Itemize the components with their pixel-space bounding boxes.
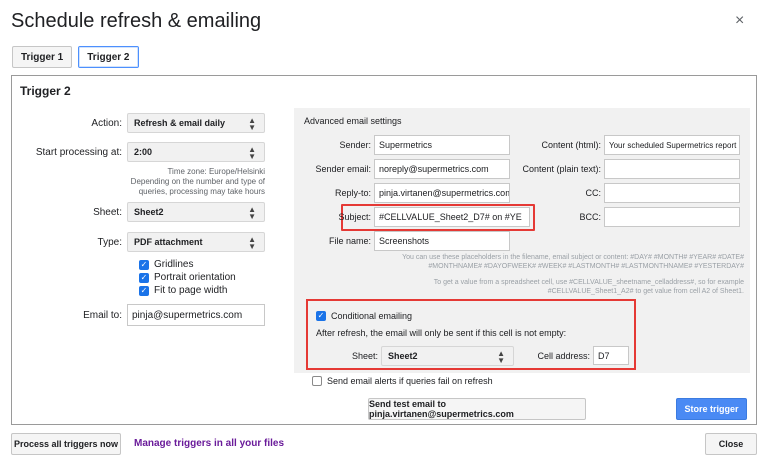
conditional-emailing-checkbox[interactable]: ✓ Conditional emailing [316, 311, 412, 321]
placeholder-help-text: You can use these placeholders in the fi… [354, 253, 744, 271]
advanced-email-settings: Advanced email settings Sender: Supermet… [294, 108, 750, 373]
help-line: You can use these placeholders in the fi… [402, 254, 744, 261]
checkbox-label: Portrait orientation [154, 272, 236, 283]
subject-input[interactable]: #CELLVALUE_Sheet2_D7# on #YE [374, 207, 530, 227]
file-name-label: File name: [328, 236, 371, 246]
trigger-tabs: Trigger 1 Trigger 2 [12, 46, 139, 68]
sender-label: Sender: [339, 140, 371, 150]
portrait-orientation-checkbox[interactable]: ✓ Portrait orientation [139, 272, 236, 283]
start-time-select[interactable]: 2:00 ▲ ▼ [127, 142, 265, 162]
select-arrows-icon: ▲ ▼ [248, 116, 256, 132]
sheet-label: Sheet: [93, 207, 122, 218]
email-alerts-checkbox[interactable]: Send email alerts if queries fail on ref… [312, 376, 493, 386]
conditional-sheet-value: Sheet2 [388, 351, 418, 361]
select-arrows-icon: ▲ ▼ [497, 349, 505, 365]
fit-to-page-width-checkbox[interactable]: ✓ Fit to page width [139, 285, 227, 296]
cc-input[interactable] [604, 183, 740, 203]
close-button[interactable]: Close [705, 433, 757, 455]
send-test-email-button[interactable]: Send test email to pinja.virtanen@superm… [368, 398, 586, 420]
dialog-title: Schedule refresh & emailing [11, 10, 262, 32]
content-plain-label: Content (plain text): [522, 164, 601, 174]
checkmark-icon: ✓ [139, 285, 149, 296]
checkbox-label: Send email alerts if queries fail on ref… [327, 376, 493, 386]
action-value: Refresh & email daily [134, 118, 226, 128]
subject-label: Subject: [338, 212, 371, 222]
close-icon[interactable]: × [735, 12, 744, 30]
help-line: To get a value from a spreadsheet cell, … [433, 279, 744, 286]
checkbox-unchecked-icon [312, 376, 322, 386]
manage-triggers-link[interactable]: Manage triggers in all your files [134, 438, 284, 449]
reply-to-label: Reply-to: [334, 188, 371, 198]
panel-title: Trigger 2 [20, 84, 71, 98]
cellvalue-help-text: To get a value from a spreadsheet cell, … [354, 278, 744, 296]
store-trigger-button[interactable]: Store trigger [676, 398, 747, 420]
tab-trigger-1[interactable]: Trigger 1 [12, 46, 73, 68]
select-arrows-icon: ▲ ▼ [248, 235, 256, 251]
action-label: Action: [91, 118, 122, 129]
conditional-sheet-label: Sheet: [351, 351, 378, 361]
sender-email-input[interactable]: noreply@supermetrics.com [374, 159, 510, 179]
bcc-label: BCC: [579, 212, 601, 222]
sender-email-label: Sender email: [315, 164, 371, 174]
cc-label: CC: [585, 188, 602, 198]
cell-address-label: Cell address: [537, 351, 590, 361]
advanced-settings-title: Advanced email settings [304, 116, 402, 126]
reply-to-input[interactable]: pinja.virtanen@supermetrics.com [374, 183, 510, 203]
sheet-select[interactable]: Sheet2 ▲ ▼ [127, 202, 265, 222]
checkmark-icon: ✓ [139, 259, 149, 270]
checkbox-label: Fit to page width [154, 285, 228, 296]
type-value: PDF attachment [134, 237, 203, 247]
cell-address-input[interactable]: D7 [593, 346, 629, 365]
process-all-triggers-button[interactable]: Process all triggers now [11, 433, 121, 455]
start-time-value: 2:00 [134, 147, 153, 157]
help-line: #CELLVALUE_Sheet1_A2# to get value from … [547, 288, 744, 295]
checkmark-icon: ✓ [316, 311, 326, 321]
type-select[interactable]: PDF attachment ▲ ▼ [127, 232, 265, 252]
checkbox-label: Conditional emailing [331, 311, 413, 321]
help-line: #MONTHNAME# #DAYOFWEEK# #WEEK# #LASTMONT… [428, 263, 744, 270]
email-to-input[interactable]: pinja@supermetrics.com [127, 304, 265, 326]
start-label: Start processing at: [35, 147, 122, 158]
trigger-panel: Trigger 2 Action: Refresh & email daily … [11, 75, 757, 425]
processing-note-line: queries, processing may take hours [138, 187, 265, 196]
conditional-description: After refresh, the email will only be se… [316, 328, 567, 338]
checkbox-label: Gridlines [154, 259, 194, 270]
conditional-sheet-select[interactable]: Sheet2 ▲ ▼ [381, 346, 514, 366]
checkmark-icon: ✓ [139, 272, 149, 283]
bcc-input[interactable] [604, 207, 740, 227]
sender-input[interactable]: Supermetrics [374, 135, 510, 155]
content-plain-input[interactable] [604, 159, 740, 179]
file-name-input[interactable]: Screenshots [374, 231, 510, 251]
timezone-note: Time zone: Europe/Helsinki Depending on … [112, 167, 265, 197]
select-arrows-icon: ▲ ▼ [248, 145, 256, 161]
sheet-value: Sheet2 [134, 207, 164, 217]
tab-trigger-2[interactable]: Trigger 2 [78, 46, 139, 68]
select-arrows-icon: ▲ ▼ [248, 205, 256, 221]
email-to-label: Email to: [83, 310, 122, 321]
type-label: Type: [97, 237, 122, 248]
timezone-line: Time zone: Europe/Helsinki [167, 167, 265, 176]
conditional-emailing-box: ✓ Conditional emailing After refresh, th… [306, 299, 636, 370]
action-select[interactable]: Refresh & email daily ▲ ▼ [127, 113, 265, 133]
content-html-label: Content (html): [541, 140, 601, 150]
processing-note-line: Depending on the number and type of [130, 177, 265, 186]
content-html-input[interactable]: Your scheduled Supermetrics report [604, 135, 740, 155]
gridlines-checkbox[interactable]: ✓ Gridlines [139, 259, 193, 270]
